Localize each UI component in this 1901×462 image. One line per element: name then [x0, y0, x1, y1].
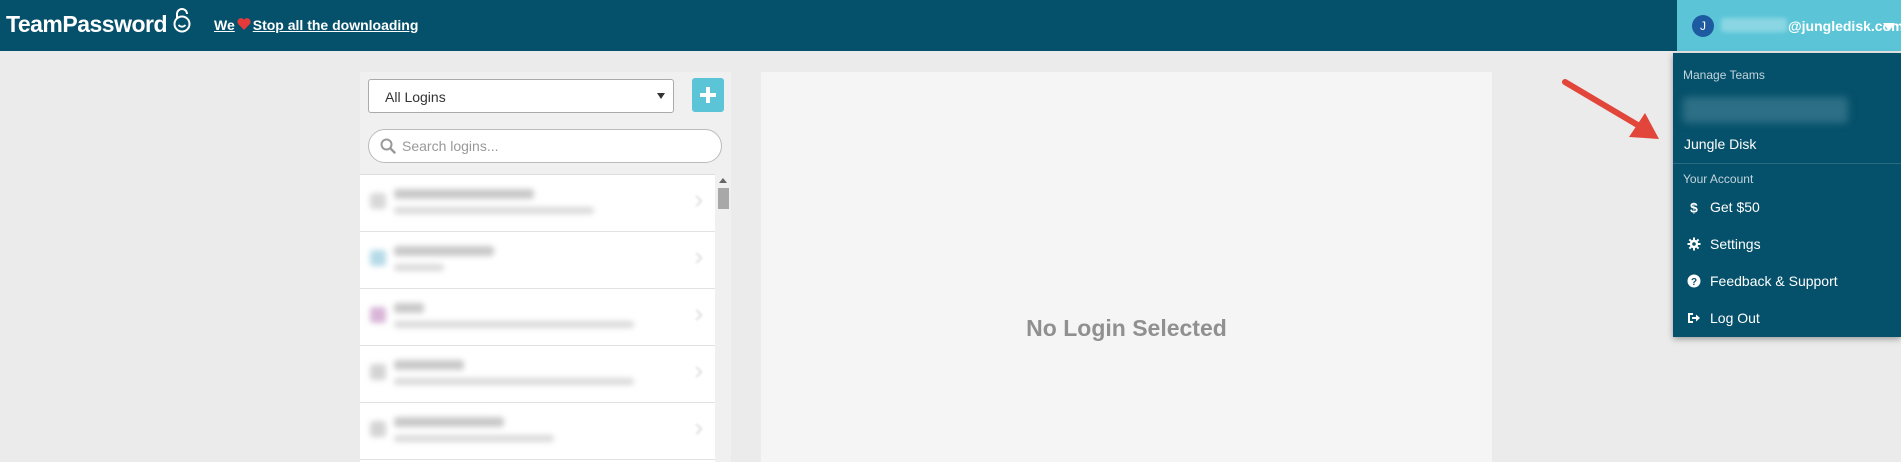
- list-item[interactable]: [360, 403, 715, 460]
- search-input[interactable]: [402, 136, 702, 156]
- chevron-right-icon: [691, 366, 703, 378]
- gear-icon: [1687, 237, 1701, 251]
- menu-item-label: Log Out: [1710, 310, 1760, 326]
- redacted-login-detail: [394, 264, 444, 271]
- menu-item-settings[interactable]: Settings: [1673, 228, 1901, 261]
- redacted-login-detail: [394, 435, 554, 442]
- dollar-icon: $: [1687, 200, 1701, 216]
- promo-text: Stop all the downloading: [252, 17, 419, 33]
- redacted-login-detail: [394, 321, 634, 328]
- filter-selected-value: All Logins: [385, 89, 446, 105]
- chevron-right-icon: [691, 423, 703, 435]
- logins-list: [360, 174, 715, 462]
- question-circle-icon: ?: [1687, 274, 1701, 288]
- menu-item-label: Feedback & Support: [1710, 273, 1838, 289]
- login-detail-panel: No Login Selected: [761, 72, 1492, 462]
- user-menu-toggle[interactable]: J @jungledisk.com: [1677, 0, 1901, 51]
- login-favicon: [370, 250, 386, 266]
- add-login-button[interactable]: [692, 78, 724, 112]
- list-item[interactable]: [360, 346, 715, 403]
- menu-item-get-50[interactable]: $ Get $50: [1673, 191, 1901, 224]
- redacted-login-name: [394, 417, 504, 427]
- chevron-right-icon: [691, 195, 703, 207]
- manage-teams-heading: Manage Teams: [1683, 68, 1765, 82]
- sign-out-icon: [1687, 311, 1701, 325]
- login-favicon: [370, 421, 386, 437]
- login-favicon: [370, 193, 386, 209]
- brand-name: TeamPassword: [6, 11, 168, 37]
- list-item[interactable]: [360, 289, 715, 346]
- scroll-up-arrow-icon[interactable]: [719, 178, 727, 183]
- login-favicon: [370, 364, 386, 380]
- chevron-right-icon: [691, 252, 703, 264]
- svg-text:?: ?: [1691, 277, 1697, 288]
- promo-prefix: We: [214, 17, 235, 33]
- redacted-team[interactable]: [1683, 97, 1848, 123]
- logins-panel: All Logins: [360, 72, 731, 462]
- annotation-arrow: [1555, 75, 1675, 155]
- redacted-login-name: [394, 246, 494, 256]
- list-item[interactable]: [360, 232, 715, 289]
- team-name: Jungle Disk: [1684, 136, 1757, 152]
- redacted-login-detail: [394, 378, 634, 385]
- redacted-login-detail: [394, 207, 594, 214]
- user-dropdown-menu: Manage Teams Jungle Disk Your Account $ …: [1673, 53, 1901, 337]
- login-favicon: [370, 307, 386, 323]
- list-scrollbar[interactable]: [715, 174, 731, 462]
- search-icon: [380, 138, 396, 159]
- menu-item-log-out[interactable]: Log Out: [1673, 302, 1901, 335]
- menu-item-label: Get $50: [1710, 199, 1760, 215]
- logins-filter-select[interactable]: All Logins: [368, 79, 674, 113]
- select-arrow-icon: [657, 93, 665, 99]
- your-account-heading: Your Account: [1683, 172, 1754, 186]
- padlock-icon: [172, 7, 192, 38]
- scrollbar-thumb[interactable]: [718, 188, 729, 209]
- menu-divider: [1673, 163, 1901, 164]
- promo-link[interactable]: We Stop all the downloading: [214, 17, 418, 33]
- svg-text:$: $: [1690, 200, 1698, 214]
- chevron-right-icon: [691, 309, 703, 321]
- search-box[interactable]: [368, 129, 722, 163]
- top-navbar: TeamPassword We Stop all the downloading…: [0, 0, 1901, 51]
- menu-item-feedback-support[interactable]: ? Feedback & Support: [1673, 265, 1901, 298]
- redacted-login-name: [394, 303, 424, 313]
- redacted-login-name: [394, 189, 534, 199]
- redacted-username: [1721, 18, 1787, 32]
- caret-down-icon: [1883, 23, 1895, 31]
- list-item[interactable]: [360, 175, 715, 232]
- empty-state-message: No Login Selected: [1026, 315, 1227, 341]
- team-item-jungle-disk[interactable]: Jungle Disk: [1673, 127, 1901, 161]
- menu-item-label: Settings: [1710, 236, 1761, 252]
- brand-logo[interactable]: TeamPassword: [6, 8, 192, 38]
- avatar: J: [1692, 15, 1714, 37]
- redacted-login-name: [394, 360, 464, 370]
- heart-icon: [237, 17, 251, 33]
